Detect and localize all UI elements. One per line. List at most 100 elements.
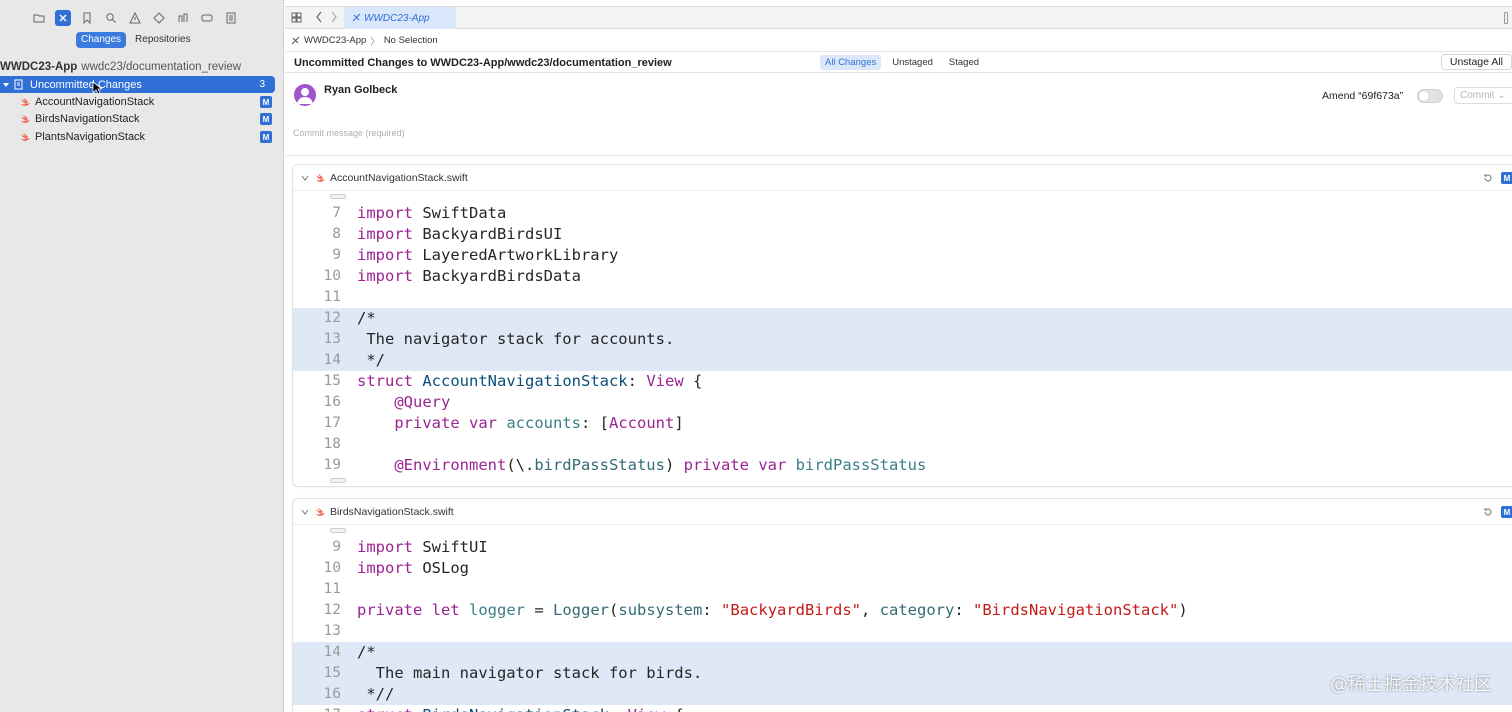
amend-toggle[interactable]: [1417, 89, 1443, 103]
chevron-down-icon[interactable]: ⌄: [1497, 90, 1505, 101]
modified-badge: M: [260, 96, 272, 108]
code-line: 17 struct BirdsNavigationStack: View {: [293, 705, 1512, 712]
filter-staged[interactable]: Staged: [944, 55, 984, 70]
segment-changes[interactable]: Changes: [76, 32, 127, 48]
changed-code-line: 13 The navigator stack for accounts.: [293, 329, 1512, 350]
filter-unstaged[interactable]: Unstaged: [887, 55, 938, 70]
author-name: Ryan Golbeck: [324, 84, 398, 96]
swift-file-icon: [21, 114, 30, 123]
tab-title: WWDC23-App: [364, 12, 430, 24]
code-text: import BackyardBirdsUI: [357, 225, 563, 243]
changes-filter: All Changes Unstaged Staged: [820, 55, 984, 70]
changed-code-line: 14 */: [293, 350, 1512, 371]
fold-marker[interactable]: [330, 528, 346, 533]
changed-file-name: PlantsNavigationStack: [35, 131, 146, 143]
code-line: 8 import BackyardBirdsUI: [293, 224, 1512, 245]
code-line: 16 @Query: [293, 392, 1512, 413]
search-icon[interactable]: [103, 10, 119, 26]
fold-marker[interactable]: [330, 194, 346, 199]
changes-header: Uncommitted Changes to WWDC23-App/wwdc23…: [285, 51, 1512, 73]
jumpbar-selection[interactable]: No Selection: [384, 35, 438, 46]
fold-marker[interactable]: [330, 478, 346, 483]
code-text: private let logger = Logger(subsystem: "…: [357, 601, 1188, 619]
uncommitted-changes-row[interactable]: Uncommitted Changes 3: [0, 76, 275, 93]
changed-file-account[interactable]: AccountNavigationStack M: [20, 94, 272, 110]
code-text: import SwiftData: [357, 204, 507, 222]
changed-file-name: AccountNavigationStack: [35, 96, 155, 108]
line-number: 9: [332, 247, 341, 263]
line-number: 16: [323, 394, 341, 410]
filter-all-changes[interactable]: All Changes: [820, 55, 882, 70]
diff-card-header[interactable]: AccountNavigationStack.swift M: [293, 165, 1512, 191]
editor-options-icon[interactable]: [1504, 12, 1508, 24]
line-number: 15: [323, 665, 341, 681]
diff-card-birds: BirdsNavigationStack.swift M 9 import Swi…: [292, 498, 1512, 712]
repository-row[interactable]: WWDC23-App wwdc23/documentation_review: [0, 61, 241, 73]
code-text: import OSLog: [357, 559, 469, 577]
avatar: [294, 84, 316, 106]
test-diamond-icon[interactable]: [151, 10, 167, 26]
tab-wwdc23-app[interactable]: WWDC23-App: [344, 7, 456, 29]
swift-file-icon: [316, 508, 325, 516]
modified-badge: M: [1501, 172, 1512, 184]
diff-card-header[interactable]: BirdsNavigationStack.swift M: [293, 499, 1512, 525]
disclosure-triangle-icon[interactable]: [301, 174, 309, 182]
disclosure-triangle-icon[interactable]: [1, 80, 11, 90]
code-text: import BackyardBirdsData: [357, 267, 581, 285]
commit-button[interactable]: Commit ⌄: [1454, 87, 1512, 104]
modified-badge: M: [1501, 506, 1512, 518]
jumpbar-project[interactable]: WWDC23-App: [304, 35, 366, 46]
commit-message-field[interactable]: Commit message (required): [293, 128, 405, 138]
diff-file-name: BirdsNavigationStack.swift: [330, 506, 454, 518]
line-number: 18: [323, 436, 341, 452]
line-number: 15: [323, 373, 341, 389]
back-chevron-icon[interactable]: [315, 11, 323, 23]
line-number: 19: [323, 457, 341, 473]
code-text: struct BirdsNavigationStack: View {: [357, 705, 684, 712]
code-line: 10 import BackyardBirdsData: [293, 266, 1512, 287]
app-project-icon: [291, 36, 300, 45]
code-text: @Environment(\.birdPassStatus) private v…: [394, 456, 927, 474]
source-control-icon[interactable]: [55, 10, 71, 26]
line-number: 17: [293, 705, 341, 712]
unstage-all-button[interactable]: Unstage All: [1440, 54, 1512, 70]
changed-file-birds[interactable]: BirdsNavigationStack M: [20, 111, 272, 127]
warning-icon[interactable]: [127, 10, 143, 26]
breakpoint-icon[interactable]: [199, 10, 215, 26]
code-text: The navigator stack for accounts.: [357, 330, 675, 348]
line-number: 17: [323, 415, 341, 431]
debug-icon[interactable]: [175, 10, 191, 26]
line-number: 11: [323, 289, 341, 305]
chevron-right-icon: 〉: [370, 36, 380, 48]
grid-icon[interactable]: [291, 12, 302, 23]
report-icon[interactable]: [223, 10, 239, 26]
line-number: 14: [323, 352, 341, 368]
discard-changes-icon[interactable]: [1482, 506, 1494, 518]
folder-icon[interactable]: [31, 10, 47, 26]
watermark-text: @稀土掘金技术社区: [1330, 674, 1492, 695]
segment-repositories[interactable]: Repositories: [130, 32, 196, 48]
line-number: 7: [332, 205, 341, 221]
code-text: @Query: [394, 393, 451, 411]
disclosure-triangle-icon[interactable]: [301, 508, 309, 516]
forward-chevron-icon[interactable]: [330, 11, 338, 23]
changed-file-plants[interactable]: PlantsNavigationStack M: [20, 129, 272, 145]
discard-changes-icon[interactable]: [1482, 172, 1494, 184]
changed-code-line: 12 /*: [293, 308, 1512, 329]
modified-badge: M: [260, 131, 272, 143]
swift-file-icon: [21, 97, 30, 106]
bookmark-icon[interactable]: [79, 10, 95, 26]
line-number: 9: [332, 539, 341, 555]
line-number: 13: [323, 623, 341, 639]
code-text: /*: [357, 643, 376, 661]
uncommitted-count: 3: [259, 79, 265, 90]
code-line: 11: [293, 287, 1512, 308]
app-project-icon: [352, 13, 361, 22]
commit-button-label: Commit: [1460, 90, 1495, 101]
uncommitted-changes-label: Uncommitted Changes: [30, 78, 142, 91]
code-text: The main navigator stack for birds.: [357, 664, 703, 682]
repository-name: WWDC23-App: [0, 61, 78, 73]
code-line: 9 import SwiftUI: [293, 537, 1512, 558]
line-number: 14: [323, 644, 341, 660]
divider: [285, 155, 1512, 156]
